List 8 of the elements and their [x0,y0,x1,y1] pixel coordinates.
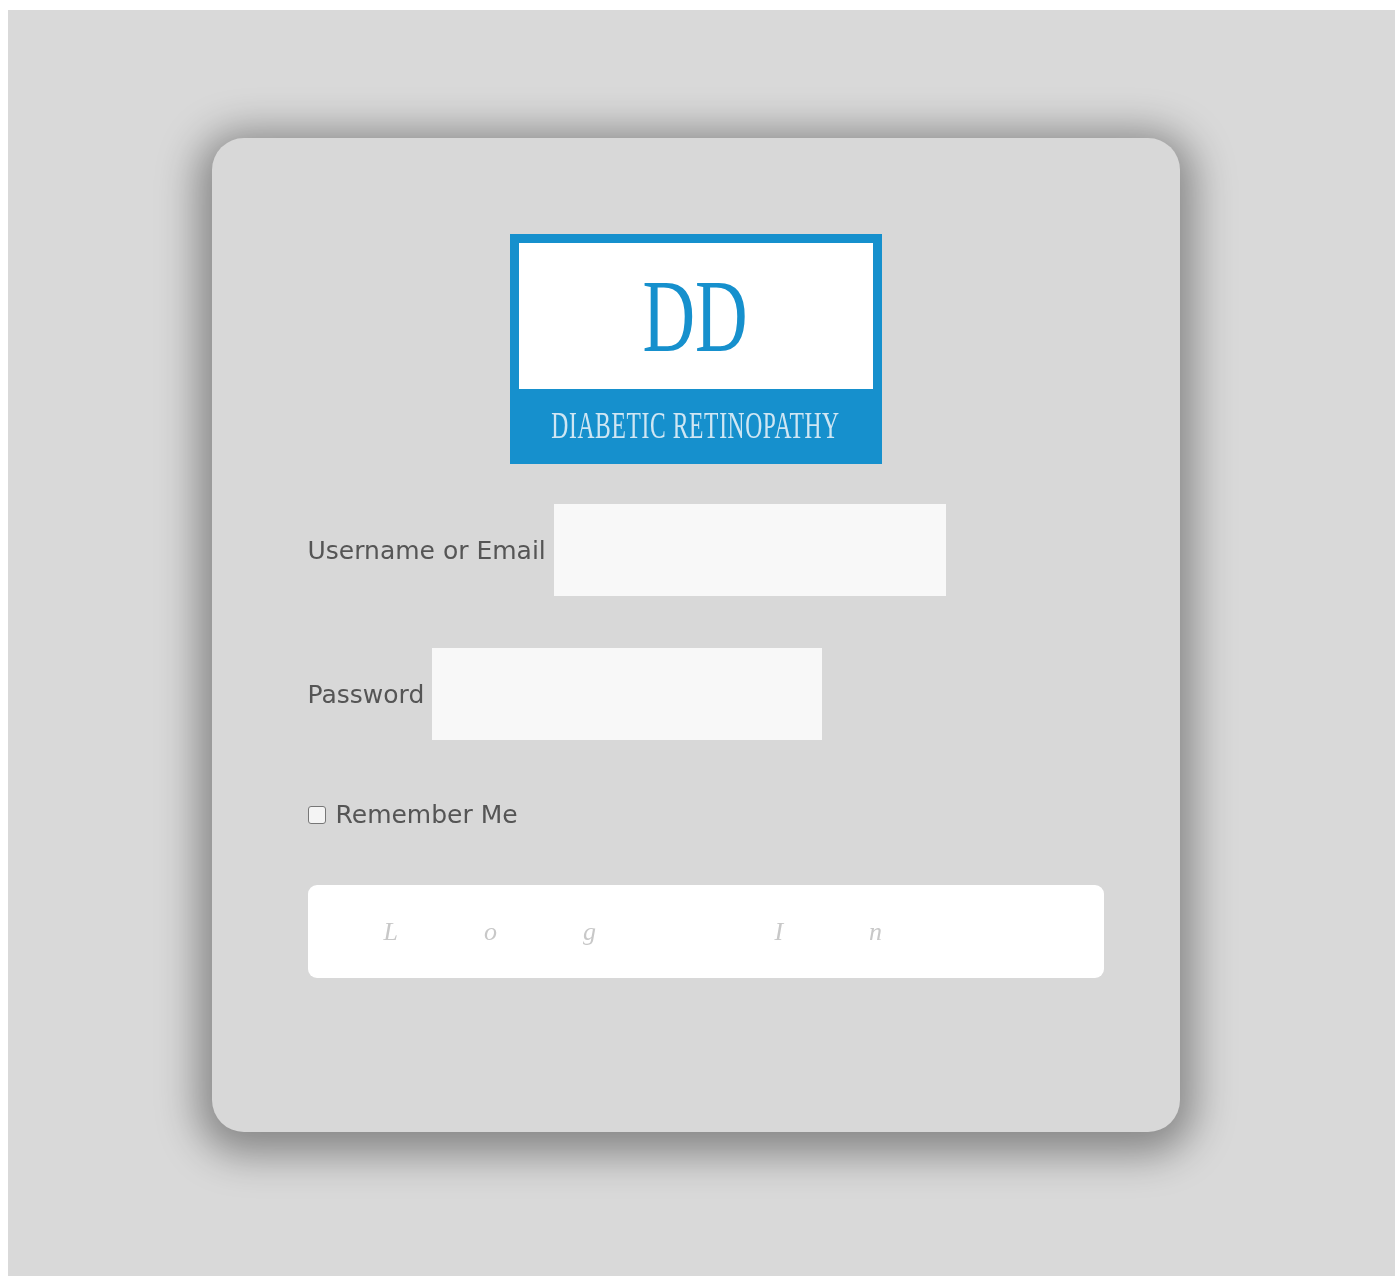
logo-monogram: DD [642,264,749,368]
field-label: Password [307,679,425,709]
username-field[interactable] [553,504,946,596]
logo-title: DIABETIC RETINOPATHY [551,403,840,447]
field-label: Username or Email [307,535,546,565]
remember-label: Remember Me [335,800,518,829]
password-field[interactable] [432,648,823,740]
remember-checkbox[interactable] [307,805,326,824]
